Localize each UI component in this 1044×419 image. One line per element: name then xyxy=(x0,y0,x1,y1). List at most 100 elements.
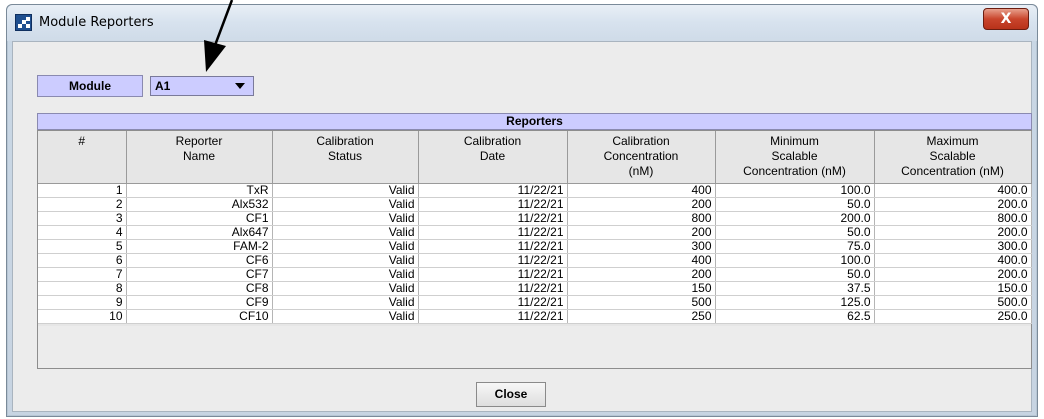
table-cell: 200.0 xyxy=(874,197,1032,212)
table-cell: 100.0 xyxy=(715,253,875,268)
module-reporters-window: Module Reporters X Module A1 Reporters #… xyxy=(6,4,1038,417)
column-header[interactable]: Calibration Date xyxy=(418,131,568,184)
table-cell: 250 xyxy=(567,309,716,324)
table-cell: 11/22/21 xyxy=(418,239,568,254)
reporters-table-title: Reporters xyxy=(37,113,1032,130)
column-header-line: Concentration (nM) xyxy=(901,164,1004,178)
table-cell: 11/22/21 xyxy=(418,281,568,296)
table-cell: 50.0 xyxy=(715,267,875,282)
table-cell: 400 xyxy=(567,182,716,198)
spacer-cell xyxy=(874,323,1031,326)
table-spacer-row xyxy=(38,323,1031,326)
column-header-line: Concentration (nM) xyxy=(743,164,846,178)
column-header[interactable]: Calibration Status xyxy=(272,131,419,184)
table-row[interactable]: 8 CF8 Valid 11/22/21 150 37.5 150.0 xyxy=(38,281,1032,296)
table-cell: CF7 xyxy=(126,267,273,282)
table-cell: Alx532 xyxy=(126,197,273,212)
column-header-line: Status xyxy=(327,149,363,163)
column-header-line: # xyxy=(78,134,86,148)
table-row[interactable]: 2 Alx532 Valid 11/22/21 200 50.0 200.0 xyxy=(38,197,1032,212)
table-cell: 150 xyxy=(567,281,716,296)
table-cell: 37.5 xyxy=(715,281,875,296)
table-cell: 75.0 xyxy=(715,239,875,254)
table-cell: Valid xyxy=(272,253,419,268)
column-header-line: Name xyxy=(182,149,215,163)
table-cell: Valid xyxy=(272,211,419,226)
table-cell: Valid xyxy=(272,182,419,198)
column-header[interactable]: Minimum Scalable Concentration (nM) xyxy=(715,131,875,184)
table-cell: CF8 xyxy=(126,281,273,296)
column-header[interactable]: Reporter Name xyxy=(126,131,273,184)
table-cell: 11/22/21 xyxy=(418,182,568,198)
table-cell: 11/22/21 xyxy=(418,253,568,268)
module-selected-value: A1 xyxy=(155,79,171,93)
spacer-cell xyxy=(126,323,272,326)
table-row[interactable]: 3 CF1 Valid 11/22/21 800 200.0 800.0 xyxy=(38,211,1032,226)
table-cell: 300.0 xyxy=(874,239,1032,254)
table-body: 1 TxR Valid 11/22/21 400 100.0 400.0 2 Alx532 Val… xyxy=(38,182,1032,326)
reporters-table: # Reporter Name Calibration Status Calibratio… xyxy=(38,131,1032,326)
table-cell: 250.0 xyxy=(874,309,1032,324)
table-cell: 5 xyxy=(38,239,127,254)
table-cell: 200.0 xyxy=(874,267,1032,282)
spacer-cell xyxy=(418,323,567,326)
table-cell: 4 xyxy=(38,225,127,240)
table-cell: 800.0 xyxy=(874,211,1032,226)
column-header-line: Date xyxy=(479,149,506,163)
title-bar: Module Reporters X xyxy=(7,5,1037,41)
table-cell: 8 xyxy=(38,281,127,296)
table-cell: 50.0 xyxy=(715,225,875,240)
table-cell: 10 xyxy=(38,309,127,324)
column-header[interactable]: Maximum Scalable Concentration (nM) xyxy=(874,131,1032,184)
close-button[interactable]: Close xyxy=(476,382,546,407)
table-cell: 400.0 xyxy=(874,253,1032,268)
table-cell: 800 xyxy=(567,211,716,226)
table-row[interactable]: 5 FAM-2 Valid 11/22/21 300 75.0 300.0 xyxy=(38,239,1032,254)
table-cell: 500.0 xyxy=(874,295,1032,310)
table-row[interactable]: 9 CF9 Valid 11/22/21 500 125.0 500.0 xyxy=(38,295,1032,310)
table-cell: Valid xyxy=(272,197,419,212)
column-header[interactable]: # xyxy=(38,131,127,184)
table-cell: Valid xyxy=(272,309,419,324)
spacer-cell xyxy=(38,323,126,326)
table-cell: CF6 xyxy=(126,253,273,268)
table-header: # Reporter Name Calibration Status Calibratio… xyxy=(38,131,1032,184)
column-header-line: Reporter xyxy=(175,134,223,148)
column-header-line: Concentration xyxy=(603,149,679,163)
table-cell: Valid xyxy=(272,239,419,254)
column-header-line: Scalable xyxy=(771,149,818,163)
window-close-button[interactable]: X xyxy=(983,8,1029,30)
table-cell: 2 xyxy=(38,197,127,212)
table-cell: 200 xyxy=(567,197,716,212)
module-dropdown[interactable]: A1 xyxy=(150,76,254,96)
table-cell: 200.0 xyxy=(715,211,875,226)
table-row[interactable]: 10 CF10 Valid 11/22/21 250 62.5 250.0 xyxy=(38,309,1032,324)
table-row[interactable]: 4 Alx647 Valid 11/22/21 200 50.0 200.0 xyxy=(38,225,1032,240)
table-cell: Valid xyxy=(272,225,419,240)
table-cell: 200 xyxy=(567,225,716,240)
table-cell: CF1 xyxy=(126,211,273,226)
table-row[interactable]: 7 CF7 Valid 11/22/21 200 50.0 200.0 xyxy=(38,267,1032,282)
table-row[interactable]: 1 TxR Valid 11/22/21 400 100.0 400.0 xyxy=(38,182,1032,198)
spacer-cell xyxy=(272,323,418,326)
table-cell: 9 xyxy=(38,295,127,310)
table-cell: Valid xyxy=(272,295,419,310)
table-cell: 150.0 xyxy=(874,281,1032,296)
column-header-line: Maximum xyxy=(926,134,979,148)
table-cell: 50.0 xyxy=(715,197,875,212)
column-header[interactable]: Calibration Concentration (nM) xyxy=(567,131,716,184)
table-row[interactable]: 6 CF6 Valid 11/22/21 400 100.0 400.0 xyxy=(38,253,1032,268)
column-header-line: (nM) xyxy=(628,164,654,178)
table-cell: 125.0 xyxy=(715,295,875,310)
table-cell: CF9 xyxy=(126,295,273,310)
table-cell: 100.0 xyxy=(715,182,875,198)
table-cell: 11/22/21 xyxy=(418,211,568,226)
table-cell: 400.0 xyxy=(874,182,1032,198)
column-header-line: Minimum xyxy=(770,134,819,148)
table-cell: 6 xyxy=(38,253,127,268)
table-cell: Valid xyxy=(272,267,419,282)
table-cell: 3 xyxy=(38,211,127,226)
table-cell: 11/22/21 xyxy=(418,295,568,310)
table-cell: CF10 xyxy=(126,309,273,324)
table-cell: 62.5 xyxy=(715,309,875,324)
